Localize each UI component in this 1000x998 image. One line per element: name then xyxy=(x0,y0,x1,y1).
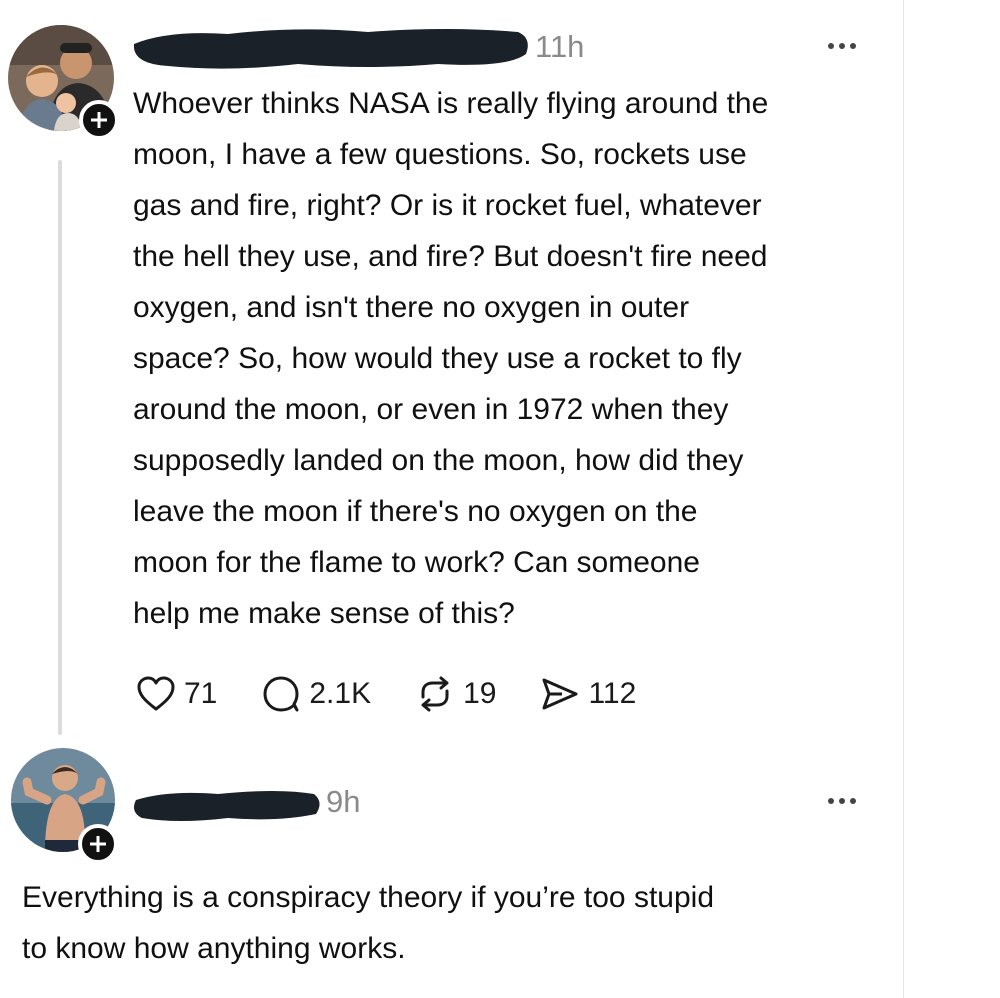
redacted-reply-username xyxy=(134,791,320,821)
heart-icon xyxy=(137,676,175,711)
post-actions: 71 2.1K 19 112 xyxy=(136,672,680,716)
thread-connector xyxy=(58,160,62,735)
plus-icon xyxy=(90,836,106,852)
reply-more-options-icon[interactable] xyxy=(828,798,856,804)
repost-count: 19 xyxy=(463,677,497,710)
post-body: Whoever thinks NASA is really flying aro… xyxy=(133,87,769,630)
panel-border xyxy=(903,0,904,998)
redacted-username xyxy=(133,29,528,69)
more-options-icon[interactable] xyxy=(828,43,856,49)
reply-count: 2.1K xyxy=(309,677,372,710)
share-button[interactable]: 112 xyxy=(540,675,636,713)
follow-author-button[interactable] xyxy=(79,100,119,140)
repost-icon xyxy=(421,676,449,712)
like-count: 71 xyxy=(184,677,218,710)
reply-timestamp: 9h xyxy=(326,784,361,819)
follow-reply-author-button[interactable] xyxy=(78,824,118,864)
reply-button[interactable]: 2.1K xyxy=(261,675,371,713)
send-icon xyxy=(542,678,578,710)
comment-icon xyxy=(263,676,299,712)
post-timestamp: 11h xyxy=(535,29,585,64)
like-button[interactable]: 71 xyxy=(136,675,217,713)
plus-icon xyxy=(91,112,107,128)
share-count: 112 xyxy=(588,677,637,710)
reply-body: Everything is a conspiracy theory if you… xyxy=(22,881,715,965)
repost-button[interactable]: 19 xyxy=(415,675,496,713)
